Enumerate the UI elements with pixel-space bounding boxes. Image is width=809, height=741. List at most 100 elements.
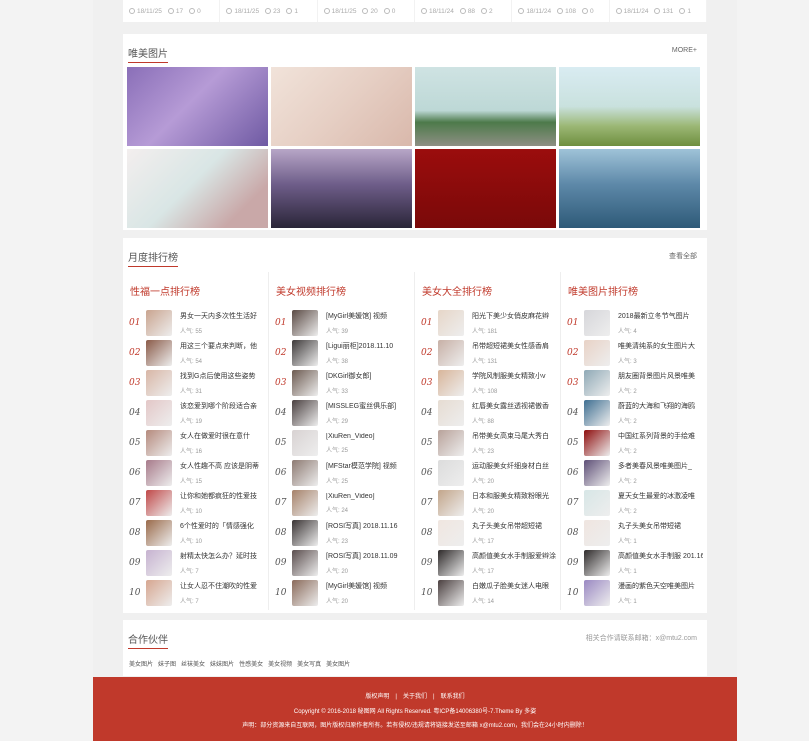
rank-item-title[interactable]: [MyGirl美媛馆] 视频 — [326, 581, 410, 591]
partner-link[interactable]: 美女图片 — [326, 659, 350, 668]
rank-item-title[interactable]: 多者美春风景唯美图片_ — [618, 461, 703, 471]
rank-thumbnail[interactable] — [146, 520, 172, 546]
rank-thumbnail[interactable] — [438, 520, 464, 546]
rank-thumbnail[interactable] — [438, 580, 464, 606]
ranking-item[interactable]: 07 日本和服美女精致粉眼光 人气: 20 — [421, 488, 556, 518]
ranking-item[interactable]: 04 [MISSLEG蜜丝俱乐部] 人气: 29 — [275, 398, 410, 428]
ranking-item[interactable]: 08 丸子头美女吊带超短裙 人气: 17 — [421, 518, 556, 548]
rank-thumbnail[interactable] — [146, 400, 172, 426]
rank-item-title[interactable]: 丸子头美女吊带短裙 — [618, 521, 703, 531]
ranking-item[interactable]: 03 找到G点后使用这些姿势 人气: 31 — [129, 368, 264, 398]
partner-link[interactable]: 妹子图 — [158, 659, 176, 668]
ranking-item[interactable]: 10 [MyGirl美媛馆] 视频 人气: 20 — [275, 578, 410, 608]
footer-link[interactable]: 版权声明 — [365, 694, 389, 700]
ranking-item[interactable]: 02 吊带超短裙美女性感香肩 人气: 131 — [421, 338, 556, 368]
post-meta-cell[interactable]: 18/11/24 131 1 — [610, 0, 707, 22]
rank-thumbnail[interactable] — [584, 310, 610, 336]
ranking-item[interactable]: 02 用这三个要点来判断，他 人气: 54 — [129, 338, 264, 368]
rank-item-title[interactable]: 唯美清纯系的女生图片大 — [618, 341, 703, 351]
rank-thumbnail[interactable] — [146, 310, 172, 336]
rank-item-title[interactable]: 6个性爱时的「情感强化 — [180, 521, 264, 531]
ranking-item[interactable]: 06 运动服美女纤细身材白丝 人气: 20 — [421, 458, 556, 488]
ranking-column-title[interactable]: 唯美图片排行榜 — [567, 272, 703, 308]
ranking-item[interactable]: 10 让女人忍不住潮吹的性爱 人气: 7 — [129, 578, 264, 608]
rank-thumbnail[interactable] — [146, 550, 172, 576]
ranking-item[interactable]: 01 2018最新立冬节气图片 人气: 4 — [567, 308, 703, 338]
rank-thumbnail[interactable] — [438, 310, 464, 336]
rank-item-title[interactable]: 丸子头美女吊带超短裙 — [472, 521, 556, 531]
rank-thumbnail[interactable] — [292, 520, 318, 546]
rank-item-title[interactable]: 找到G点后使用这些姿势 — [180, 371, 264, 381]
ranking-item[interactable]: 05 吊带美女高束马尾大秀白 人气: 23 — [421, 428, 556, 458]
post-meta-cell[interactable]: 18/11/25 23 1 — [220, 0, 318, 22]
gallery-image[interactable] — [271, 149, 412, 228]
ranking-item[interactable]: 08 丸子头美女吊带短裙 人气: 1 — [567, 518, 703, 548]
rank-item-title[interactable]: [ROSI写真] 2018.11.09 — [326, 551, 410, 561]
rank-thumbnail[interactable] — [584, 430, 610, 456]
ranking-item[interactable]: 10 白嫩瓜子脸美女迷人电眼 人气: 14 — [421, 578, 556, 608]
partner-link[interactable]: 美女写真 — [297, 659, 321, 668]
rank-item-title[interactable]: 朋友圈背景图片风景唯美 — [618, 371, 703, 381]
ranking-item[interactable]: 05 [XiuRen_Video] 人气: 25 — [275, 428, 410, 458]
rank-item-title[interactable]: 该恋爱到哪个阶段适合亲 — [180, 401, 264, 411]
rank-thumbnail[interactable] — [292, 550, 318, 576]
rank-thumbnail[interactable] — [438, 370, 464, 396]
footer-link[interactable]: 关于我们 — [403, 694, 427, 700]
post-meta-cell[interactable]: 18/11/24 108 0 — [512, 0, 610, 22]
rank-item-title[interactable]: 男女一天内多次性生活好 — [180, 311, 264, 321]
rank-item-title[interactable]: 让女人忍不住潮吹的性爱 — [180, 581, 264, 591]
rank-item-title[interactable]: 运动服美女纤细身材白丝 — [472, 461, 556, 471]
ranking-item[interactable]: 05 中国红系列背景的手绘难 人气: 2 — [567, 428, 703, 458]
rank-item-title[interactable]: 用这三个要点来判断，他 — [180, 341, 264, 351]
ranking-item[interactable]: 03 [DKGirl御女郎] 人气: 33 — [275, 368, 410, 398]
rank-thumbnail[interactable] — [438, 400, 464, 426]
partner-link[interactable]: 美女视频 — [268, 659, 292, 668]
ranking-item[interactable]: 08 [ROSI写真] 2018.11.16 人气: 23 — [275, 518, 410, 548]
rank-thumbnail[interactable] — [584, 580, 610, 606]
rank-item-title[interactable]: [XiuRen_Video] — [326, 433, 410, 440]
ranking-item[interactable]: 03 朋友圈背景图片风景唯美 人气: 2 — [567, 368, 703, 398]
ranking-item[interactable]: 04 红唇美女露丝透视裙傲香 人气: 88 — [421, 398, 556, 428]
rank-item-title[interactable]: 2018最新立冬节气图片 — [618, 311, 703, 321]
rank-item-title[interactable]: 学院风制服美女精致小v — [472, 371, 556, 381]
rank-thumbnail[interactable] — [584, 520, 610, 546]
gallery-image[interactable] — [415, 149, 556, 228]
ranking-item[interactable]: 06 多者美春风景唯美图片_ 人气: 2 — [567, 458, 703, 488]
rank-item-title[interactable]: 吊带超短裙美女性感香肩 — [472, 341, 556, 351]
partner-link[interactable]: 美女图片 — [129, 659, 153, 668]
rank-thumbnail[interactable] — [292, 580, 318, 606]
rank-item-title[interactable]: [XiuRen_Video] — [326, 493, 410, 500]
rank-thumbnail[interactable] — [146, 580, 172, 606]
ranking-item[interactable]: 09 [ROSI写真] 2018.11.09 人气: 20 — [275, 548, 410, 578]
rank-thumbnail[interactable] — [584, 400, 610, 426]
ranking-item[interactable]: 01 阳光下美少女俏皮麻花辫 人气: 181 — [421, 308, 556, 338]
rank-item-title[interactable]: 高颜值美女水手制服 201.16 — [618, 551, 703, 561]
ranking-item[interactable]: 07 [XiuRen_Video] 人气: 24 — [275, 488, 410, 518]
ranking-view-all-link[interactable]: 查看全部 — [669, 251, 697, 261]
ranking-column-title[interactable]: 性福一点排行榜 — [129, 272, 264, 308]
partner-link[interactable]: 丝袜美女 — [181, 659, 205, 668]
gallery-more-link[interactable]: MORE+ — [672, 47, 697, 54]
rank-thumbnail[interactable] — [146, 370, 172, 396]
gallery-image[interactable] — [127, 67, 268, 146]
ranking-item[interactable]: 04 蔚蓝的大海和飞翔的海鸥 人气: 2 — [567, 398, 703, 428]
rank-thumbnail[interactable] — [584, 490, 610, 516]
ranking-item[interactable]: 04 该恋爱到哪个阶段适合亲 人气: 19 — [129, 398, 264, 428]
partner-link[interactable]: 性感美女 — [239, 659, 263, 668]
ranking-item[interactable]: 07 夏天女生最爱的冰激凌唯 人气: 2 — [567, 488, 703, 518]
post-meta-cell[interactable]: 18/11/25 20 0 — [318, 0, 415, 22]
rank-thumbnail[interactable] — [146, 340, 172, 366]
rank-thumbnail[interactable] — [292, 430, 318, 456]
rank-thumbnail[interactable] — [438, 490, 464, 516]
ranking-item[interactable]: 01 男女一天内多次性生活好 人气: 55 — [129, 308, 264, 338]
rank-thumbnail[interactable] — [438, 460, 464, 486]
rank-thumbnail[interactable] — [438, 550, 464, 576]
rank-item-title[interactable]: 漫画的紫色天空唯美图片 — [618, 581, 703, 591]
ranking-item[interactable]: 09 高颜值美女水手制服爱辫涂 人气: 17 — [421, 548, 556, 578]
rank-item-title[interactable]: [MISSLEG蜜丝俱乐部] — [326, 401, 410, 411]
rank-thumbnail[interactable] — [292, 400, 318, 426]
rank-item-title[interactable]: 白嫩瓜子脸美女迷人电眼 — [472, 581, 556, 591]
ranking-item[interactable]: 01 [MyGirl美媛馆] 视频 人气: 39 — [275, 308, 410, 338]
ranking-item[interactable]: 03 学院风制服美女精致小v 人气: 108 — [421, 368, 556, 398]
rank-item-title[interactable]: 吊带美女高束马尾大秀白 — [472, 431, 556, 441]
